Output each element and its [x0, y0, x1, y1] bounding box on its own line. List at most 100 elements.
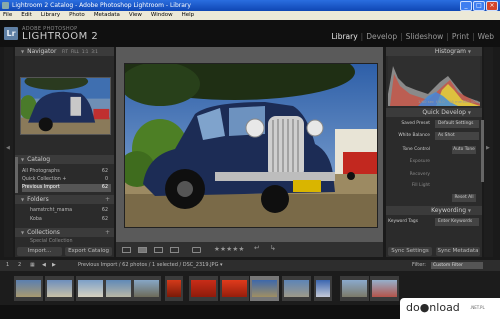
- filmstrip-thumbnail[interactable]: [76, 276, 105, 301]
- sync-metadata-button[interactable]: Sync Metadata: [436, 247, 480, 256]
- sync-settings-button[interactable]: Sync Settings: [388, 247, 432, 256]
- exif-shutter: 1/60 sec: [418, 99, 435, 104]
- module-print[interactable]: Print: [452, 32, 469, 41]
- filmstrip-thumbnail[interactable]: [45, 276, 74, 301]
- menu-bar: File Edit Library Photo Metadata View Wi…: [0, 11, 500, 20]
- survey-view-icon[interactable]: [170, 247, 179, 253]
- watermark-tld: .NET.PL: [470, 305, 485, 310]
- right-panel-scrollbar[interactable]: [481, 120, 484, 182]
- collection-item[interactable]: Special Collection: [22, 238, 111, 246]
- filmstrip-thumbnail[interactable]: [282, 276, 311, 301]
- collapse-right-icon[interactable]: ▶: [486, 145, 490, 151]
- keyword-input[interactable]: Enter Keywords: [435, 218, 479, 226]
- module-library[interactable]: Library: [331, 32, 357, 41]
- loupe-view-icon[interactable]: [138, 247, 147, 253]
- navigator-zoom-options: FIT FILL 1:1 3:1: [62, 47, 98, 56]
- grid-icon[interactable]: ▦: [30, 260, 35, 271]
- menu-edit[interactable]: Edit: [21, 11, 32, 20]
- filter-select[interactable]: Custom Filter: [431, 262, 483, 269]
- filmstrip-thumbnail[interactable]: [165, 276, 183, 301]
- folder-item[interactable]: hamstrcht_mama 62: [22, 207, 111, 215]
- maximize-button[interactable]: □: [473, 1, 485, 11]
- reset-row: Reset All: [388, 194, 480, 202]
- navigator-preview[interactable]: [20, 77, 111, 135]
- zoom-1-1[interactable]: 1:1: [82, 47, 88, 56]
- module-picker: Library | Develop | Slideshow | Print | Web: [331, 32, 494, 41]
- fill-light-row[interactable]: Fill Light: [388, 182, 480, 190]
- zoom-fit[interactable]: FIT: [62, 47, 68, 56]
- catalog-header[interactable]: ▼ Catalog: [15, 155, 114, 164]
- filmstrip-thumbnail[interactable]: [104, 276, 133, 301]
- zoom-3-1[interactable]: 3:1: [91, 47, 97, 56]
- zoom-fill[interactable]: FILL: [71, 47, 79, 56]
- module-develop[interactable]: Develop: [366, 32, 397, 41]
- folders-header[interactable]: ▼ Folders +: [15, 195, 114, 204]
- menu-file[interactable]: File: [3, 11, 12, 20]
- watermark-text: do●nload: [406, 301, 460, 314]
- compare-view-icon[interactable]: [154, 247, 163, 253]
- navigator-car-image: [21, 78, 110, 134]
- filmstrip-path[interactable]: Previous Import / 62 photos / 1 selected…: [78, 260, 223, 271]
- white-balance-select[interactable]: As Shot: [435, 132, 479, 140]
- catalog-item-all-photographs[interactable]: All Photographs 62: [22, 168, 111, 176]
- keywording-header[interactable]: Keywording ▼: [386, 206, 482, 215]
- title-bar: Lightroom 2 Catalog - Adobe Photoshop Li…: [0, 0, 500, 11]
- back-arrow-icon[interactable]: ◀: [42, 260, 46, 271]
- catalog-item-quick-collection[interactable]: Quick Collection +0: [22, 176, 111, 184]
- brand-title: LIGHTROOM 2: [22, 31, 99, 42]
- menu-library[interactable]: Library: [41, 11, 60, 20]
- saved-preset-select[interactable]: Default Settings: [435, 120, 479, 128]
- menu-metadata[interactable]: Metadata: [94, 11, 120, 20]
- rotate-left-icon[interactable]: ↵: [254, 244, 260, 252]
- rating-stars[interactable]: ★★★★★: [214, 245, 245, 253]
- filmstrip-thumbnail-selected[interactable]: [250, 276, 279, 301]
- right-panel-toggle[interactable]: [484, 47, 493, 257]
- exposure-row[interactable]: Exposure: [388, 158, 480, 166]
- filter-label: Filter:: [412, 262, 426, 268]
- module-web[interactable]: Web: [478, 32, 494, 41]
- left-panel-scrollbar[interactable]: [15, 157, 18, 193]
- filmstrip-thumbnail[interactable]: [132, 276, 161, 301]
- minimize-button[interactable]: _: [460, 1, 472, 11]
- module-slideshow[interactable]: Slideshow: [406, 32, 444, 41]
- page-2-button[interactable]: 2: [18, 260, 21, 271]
- filmstrip-thumbnail[interactable]: [370, 276, 399, 301]
- main-photo[interactable]: [124, 63, 378, 228]
- forward-arrow-icon[interactable]: ▶: [52, 260, 56, 271]
- window-title: Lightroom 2 Catalog - Adobe Photoshop Li…: [12, 2, 191, 9]
- rotate-right-icon[interactable]: ↳: [270, 244, 276, 252]
- filmstrip-thumbnail[interactable]: [220, 276, 249, 301]
- import-button[interactable]: Import...: [17, 247, 62, 256]
- keyword-tags-row: Keyword Tags Enter Keywords: [388, 218, 480, 226]
- grid-view-icon[interactable]: [122, 247, 131, 253]
- menu-view[interactable]: View: [129, 11, 142, 20]
- collections-header[interactable]: ▼ Collections +: [15, 228, 114, 237]
- menu-help[interactable]: Help: [182, 11, 195, 20]
- app-icon: [2, 2, 9, 9]
- export-catalog-button[interactable]: Export Catalog: [65, 247, 112, 256]
- saved-preset-row: Saved Preset Default Settings: [388, 120, 480, 128]
- catalog-item-previous-import[interactable]: Previous Import 62: [22, 184, 111, 192]
- menu-window[interactable]: Window: [151, 11, 173, 20]
- filmstrip-thumbnail[interactable]: [189, 276, 218, 301]
- filmstrip-thumbnail[interactable]: [14, 276, 43, 301]
- reset-all-button[interactable]: Reset All: [452, 194, 476, 202]
- lightroom-logo: Lr: [4, 27, 18, 40]
- left-panel-toggle[interactable]: [4, 47, 13, 257]
- filmstrip-thumbnail[interactable]: [314, 276, 332, 301]
- exif-aperture: f/8.0: [436, 99, 445, 104]
- histogram-header[interactable]: Histogram ▼: [386, 47, 482, 56]
- filmstrip-thumbnail[interactable]: [340, 276, 369, 301]
- recovery-row[interactable]: Recovery: [388, 171, 480, 179]
- collapse-left-icon[interactable]: ◀: [6, 145, 10, 151]
- white-balance-row: White Balance As Shot: [388, 132, 480, 140]
- painter-icon[interactable]: [192, 247, 201, 253]
- page-1-button[interactable]: 1: [6, 260, 9, 271]
- quick-develop-header[interactable]: Quick Develop ▼: [386, 108, 482, 117]
- menu-photo[interactable]: Photo: [69, 11, 85, 20]
- close-button[interactable]: ×: [486, 1, 498, 11]
- folder-item[interactable]: Koba 62: [22, 216, 111, 224]
- tone-control-row: Tone Control Auto Tone: [402, 146, 476, 154]
- vintage-car-photo: [125, 64, 377, 227]
- auto-tone-button[interactable]: Auto Tone: [452, 146, 476, 154]
